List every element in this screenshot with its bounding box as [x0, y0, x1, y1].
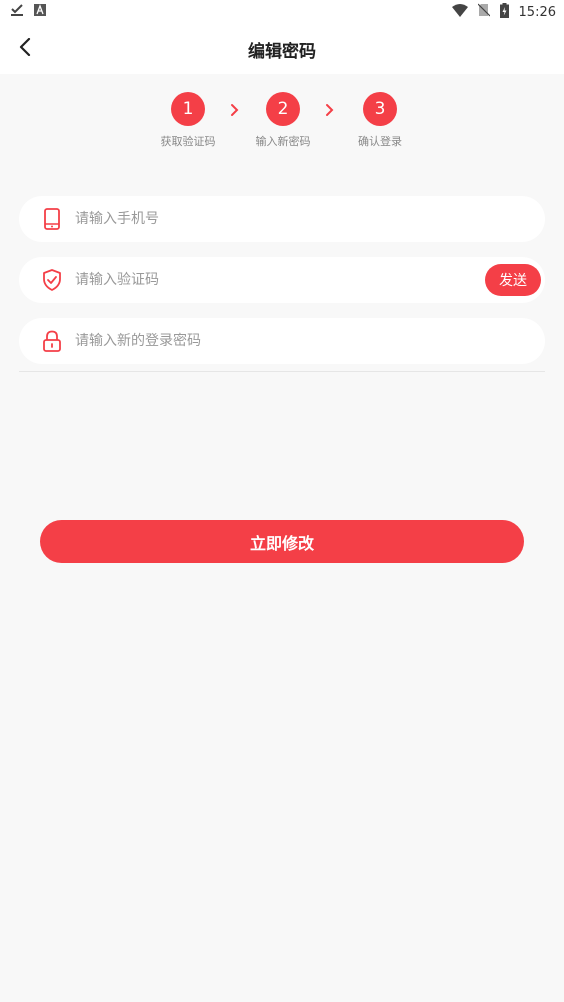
text-a-icon — [34, 4, 46, 20]
no-sim-icon — [477, 3, 490, 21]
step-1: 1 获取验证码 — [148, 92, 228, 149]
divider — [19, 371, 545, 372]
status-time: 15:26 — [518, 4, 556, 20]
step-3-label: 确认登录 — [358, 135, 402, 148]
phone-field — [19, 196, 545, 242]
password-field — [19, 318, 545, 364]
step-2-label: 输入新密码 — [255, 135, 311, 148]
shield-check-icon — [41, 269, 63, 291]
step-1-number: 1 — [171, 92, 205, 126]
send-code-button[interactable]: 发送 — [485, 264, 541, 296]
phone-icon — [41, 208, 63, 230]
step-3: 3 确认登录 — [340, 92, 420, 149]
back-button[interactable] — [10, 34, 40, 64]
page-title: 编辑密码 — [248, 41, 316, 62]
step-2: 2 输入新密码 — [243, 92, 323, 149]
chevron-left-icon — [19, 37, 31, 60]
step-3-number: 3 — [363, 92, 397, 126]
chevron-right-icon — [229, 102, 241, 116]
step-1-label: 获取验证码 — [160, 135, 216, 148]
step-indicator: 1 获取验证码 2 输入新密码 3 确认登录 — [0, 92, 564, 162]
chevron-right-icon — [324, 102, 336, 116]
lock-icon — [41, 330, 63, 352]
status-bar-right: 15:26 — [451, 2, 556, 22]
status-bar-left — [10, 3, 46, 21]
new-password-input[interactable] — [75, 321, 545, 361]
status-bar: 15:26 — [0, 0, 564, 24]
code-input[interactable] — [75, 260, 485, 300]
battery-charging-icon — [499, 2, 509, 22]
step-2-number: 2 — [266, 92, 300, 126]
download-done-icon — [10, 3, 24, 21]
header: 编辑密码 — [0, 24, 564, 74]
submit-button[interactable]: 立即修改 — [40, 520, 524, 563]
code-field: 发送 — [19, 257, 545, 303]
phone-input[interactable] — [75, 199, 545, 239]
wifi-icon — [451, 3, 468, 21]
